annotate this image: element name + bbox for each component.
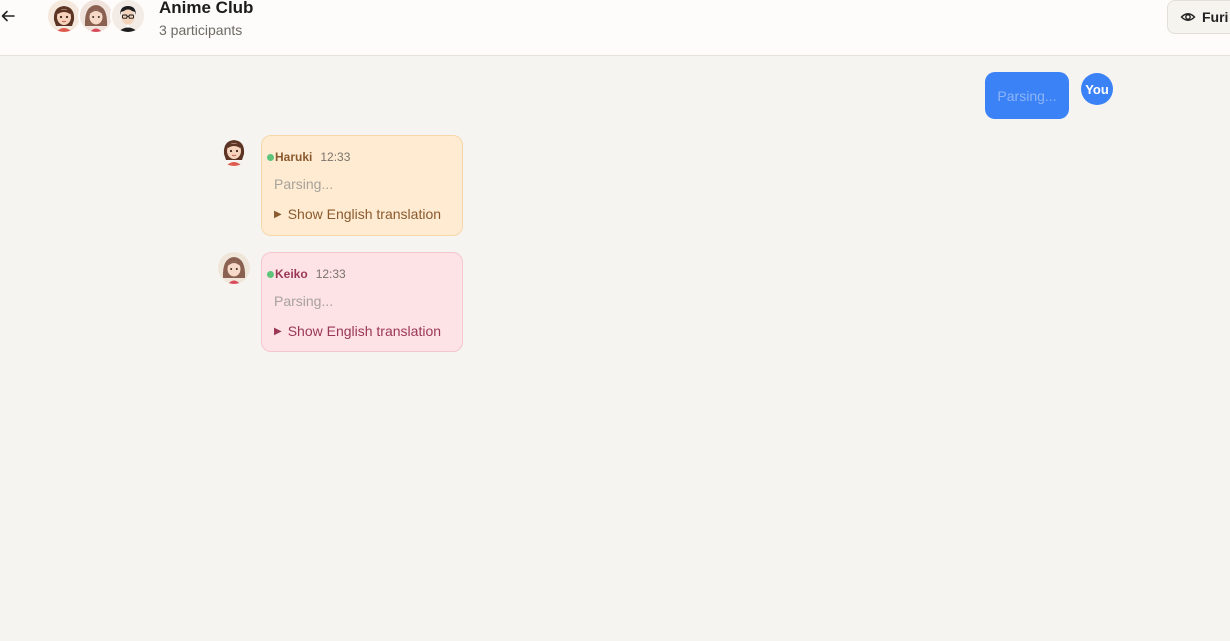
translation-toggle-label: Show English translation xyxy=(287,323,442,339)
triangle-right-icon: ▶ xyxy=(274,208,282,220)
furigana-toggle-button[interactable]: Furi xyxy=(1167,0,1230,34)
own-message-bubble: Parsing... xyxy=(985,72,1069,119)
avatar-you: You xyxy=(1081,73,1113,105)
avatar-haruki xyxy=(46,0,82,34)
message-bubble-haruki: Haruki 12:33 Parsing... ▶ Show English t… xyxy=(261,135,463,236)
message-text: Parsing... xyxy=(274,293,334,309)
arrow-left-icon xyxy=(1,10,15,22)
message-avatar-keiko xyxy=(218,252,250,284)
online-status-dot xyxy=(267,153,274,161)
triangle-right-icon: ▶ xyxy=(274,325,282,337)
avatar-participant-3 xyxy=(110,0,146,34)
own-message-text: Parsing... xyxy=(997,87,1057,104)
show-translation-toggle[interactable]: ▶ Show English translation xyxy=(274,206,441,222)
message-text: Parsing... xyxy=(274,176,334,192)
online-status-dot xyxy=(267,270,274,278)
eye-icon xyxy=(1180,13,1196,21)
back-button[interactable] xyxy=(0,6,16,26)
chat-header: Anime Club 3 participants Furi xyxy=(0,0,1230,56)
furigana-label: Furi xyxy=(1202,9,1229,25)
sender-name: Haruki xyxy=(275,150,313,164)
message-avatar-haruki xyxy=(218,134,250,166)
show-translation-toggle[interactable]: ▶ Show English translation xyxy=(274,323,441,339)
message-meta: Keiko 12:33 xyxy=(267,267,346,281)
message-bubble-keiko: Keiko 12:33 Parsing... ▶ Show English tr… xyxy=(261,252,463,352)
chat-title: Anime Club xyxy=(159,0,254,17)
translation-toggle-label: Show English translation xyxy=(287,206,442,222)
message-time: 12:33 xyxy=(315,267,346,281)
participant-count: 3 participants xyxy=(159,22,243,38)
message-meta: Haruki 12:33 xyxy=(267,150,350,164)
avatar-keiko xyxy=(78,0,114,34)
sender-name: Keiko xyxy=(275,267,308,281)
message-time: 12:33 xyxy=(320,150,351,164)
participant-avatars xyxy=(46,0,150,36)
